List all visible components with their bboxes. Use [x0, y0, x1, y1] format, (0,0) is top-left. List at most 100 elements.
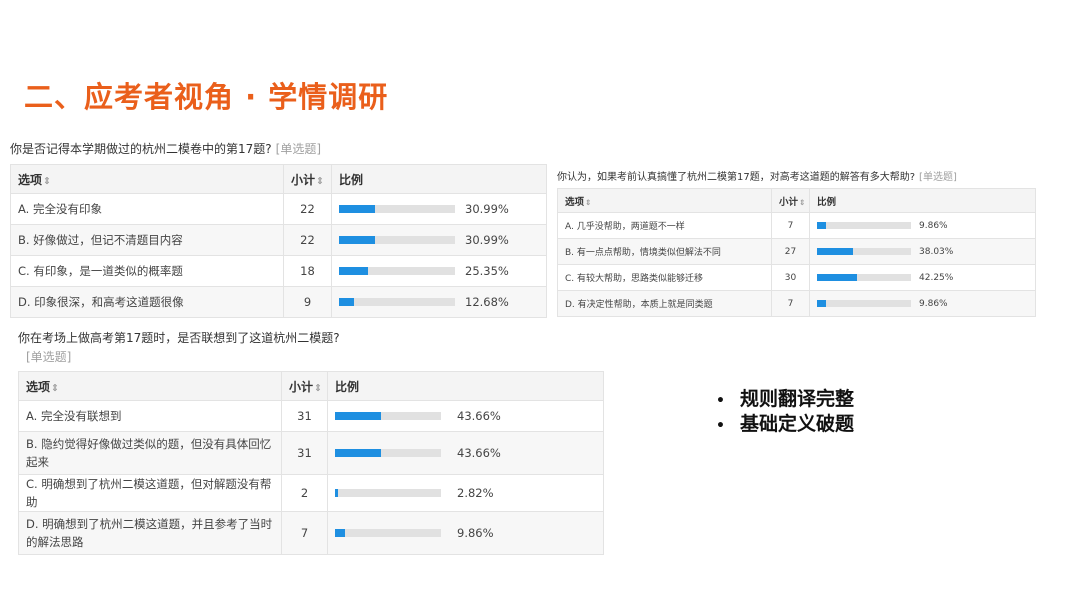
option-label: C. 有印象，是一道类似的概率题	[10, 255, 284, 287]
ratio-cell: 38.03%	[809, 238, 1036, 265]
progress-fill	[817, 274, 857, 281]
ratio-cell: 30.99%	[331, 224, 547, 256]
sort-icon[interactable]: ⇕	[314, 383, 322, 394]
progress-bar	[817, 222, 911, 229]
table-row: A. 完全没有联想到 31 43.66%	[18, 400, 604, 432]
progress-fill	[817, 300, 827, 307]
column-header-count[interactable]: 小计⇕	[771, 188, 810, 213]
percent-value: 9.86%	[919, 220, 948, 231]
count-value: 31	[281, 431, 328, 475]
progress-fill	[335, 489, 338, 497]
progress-bar	[339, 267, 455, 275]
question-text: 你认为，如果考前认真搞懂了杭州二模第17题，对高考这道题的解答有多大帮助?	[557, 172, 916, 183]
count-value: 7	[281, 511, 328, 555]
ratio-cell: 42.25%	[809, 264, 1036, 291]
table-row: D. 印象很深，和高考这道题很像 9 12.68%	[10, 286, 547, 318]
progress-fill	[335, 449, 382, 457]
ratio-cell: 43.66%	[327, 400, 604, 432]
table-row: C. 明确想到了杭州二模这道题，但对解题没有帮助 2 2.82%	[18, 474, 604, 512]
survey-question-1: 你是否记得本学期做过的杭州二模卷中的第17题? [单选题] 选项⇕ 小计⇕ 比例 …	[10, 140, 547, 320]
percent-value: 9.86%	[457, 526, 494, 540]
column-header-option[interactable]: 选项⇕	[18, 371, 282, 401]
survey-question-2: 你认为，如果考前认真搞懂了杭州二模第17题，对高考这道题的解答有多大帮助? [单选…	[557, 168, 1036, 318]
results-table: 选项⇕ 小计⇕ 比例 A. 完全没有联想到 31 43.66% B. 隐约觉得好…	[18, 371, 604, 555]
table-row: D. 有决定性帮助，本质上就是同类题 7 9.86%	[557, 290, 1036, 317]
sort-icon[interactable]: ⇕	[585, 198, 591, 207]
question-line: 你在考场上做高考第17题时，是否联想到了这道杭州二模题?	[18, 329, 340, 346]
percent-value: 12.68%	[465, 295, 509, 309]
question-type-tag: [单选题]	[26, 350, 72, 364]
ratio-cell: 9.86%	[809, 212, 1036, 239]
results-table: 选项⇕ 小计⇕ 比例 A. 完全没有印象 22 30.99% B. 好像做过，但…	[10, 164, 547, 318]
option-label: A. 完全没有联想到	[18, 400, 282, 432]
option-label: A. 完全没有印象	[10, 193, 284, 225]
count-value: 22	[283, 224, 332, 256]
progress-fill	[339, 236, 375, 244]
survey-question-3: 你在考场上做高考第17题时，是否联想到了这道杭州二模题? [单选题] 选项⇕ 小…	[18, 329, 604, 555]
count-value: 27	[771, 238, 810, 265]
count-value: 18	[283, 255, 332, 287]
question-line: 你是否记得本学期做过的杭州二模卷中的第17题? [单选题]	[10, 140, 321, 157]
progress-bar	[335, 449, 441, 457]
bullet-dot-icon: •	[716, 393, 725, 409]
sort-icon[interactable]: ⇕	[51, 383, 59, 394]
progress-bar	[339, 298, 455, 306]
sort-icon[interactable]: ⇕	[43, 176, 51, 187]
option-label: B. 隐约觉得好像做过类似的题，但没有具体回忆起来	[18, 431, 282, 475]
table-row: A. 完全没有印象 22 30.99%	[10, 193, 547, 225]
option-label: D. 明确想到了杭州二模这道题，并且参考了当时的解法思路	[18, 511, 282, 555]
count-value: 22	[283, 193, 332, 225]
column-header-count[interactable]: 小计⇕	[283, 164, 332, 194]
results-table: 选项⇕ 小计⇕ 比例 A. 几乎没帮助，两道题不一样 7 9.86% B. 有一…	[557, 188, 1036, 317]
table-header-row: 选项⇕ 小计⇕ 比例	[557, 188, 1036, 213]
option-label: B. 好像做过，但记不清题目内容	[10, 224, 284, 256]
percent-value: 43.66%	[457, 409, 501, 423]
progress-fill	[335, 529, 346, 537]
ratio-cell: 43.66%	[327, 431, 604, 475]
count-value: 31	[281, 400, 328, 432]
column-header-count[interactable]: 小计⇕	[281, 371, 328, 401]
question-type-tag: [单选题]	[919, 172, 957, 183]
option-label: B. 有一点点帮助，情境类似但解法不同	[557, 238, 772, 265]
table-row: A. 几乎没帮助，两道题不一样 7 9.86%	[557, 212, 1036, 239]
ratio-cell: 30.99%	[331, 193, 547, 225]
sort-icon[interactable]: ⇕	[316, 176, 324, 187]
progress-fill	[339, 267, 369, 275]
question-text: 你是否记得本学期做过的杭州二模卷中的第17题?	[10, 142, 272, 156]
progress-fill	[817, 222, 827, 229]
progress-bar	[339, 205, 455, 213]
percent-value: 42.25%	[919, 272, 954, 283]
ratio-cell: 12.68%	[331, 286, 547, 318]
sort-icon[interactable]: ⇕	[799, 198, 805, 207]
option-label: C. 明确想到了杭州二模这道题，但对解题没有帮助	[18, 474, 282, 512]
table-row: C. 有较大帮助，思路类似能够迁移 30 42.25%	[557, 264, 1036, 291]
percent-value: 25.35%	[465, 264, 509, 278]
question-text: 你在考场上做高考第17题时，是否联想到了这道杭州二模题?	[18, 331, 340, 345]
progress-bar	[817, 248, 911, 255]
progress-fill	[335, 412, 382, 420]
question-line: 你认为，如果考前认真搞懂了杭州二模第17题，对高考这道题的解答有多大帮助? [单选…	[557, 168, 957, 183]
progress-bar	[339, 236, 455, 244]
column-header-ratio: 比例	[809, 188, 1036, 213]
count-value: 2	[281, 474, 328, 512]
table-row: B. 有一点点帮助，情境类似但解法不同 27 38.03%	[557, 238, 1036, 265]
ratio-cell: 9.86%	[327, 511, 604, 555]
option-label: D. 印象很深，和高考这道题很像	[10, 286, 284, 318]
column-header-option[interactable]: 选项⇕	[10, 164, 284, 194]
table-row: B. 好像做过，但记不清题目内容 22 30.99%	[10, 224, 547, 256]
bullet-dot-icon: •	[716, 418, 725, 434]
table-header-row: 选项⇕ 小计⇕ 比例	[10, 164, 547, 194]
column-header-ratio: 比例	[327, 371, 604, 401]
progress-fill	[817, 248, 853, 255]
key-point: • 规则翻译完整	[716, 388, 854, 413]
option-label: C. 有较大帮助，思路类似能够迁移	[557, 264, 772, 291]
ratio-cell: 2.82%	[327, 474, 604, 512]
percent-value: 43.66%	[457, 446, 501, 460]
progress-fill	[339, 298, 354, 306]
column-header-option[interactable]: 选项⇕	[557, 188, 772, 213]
ratio-cell: 25.35%	[331, 255, 547, 287]
table-row: C. 有印象，是一道类似的概率题 18 25.35%	[10, 255, 547, 287]
ratio-cell: 9.86%	[809, 290, 1036, 317]
progress-bar	[817, 274, 911, 281]
percent-value: 2.82%	[457, 486, 494, 500]
